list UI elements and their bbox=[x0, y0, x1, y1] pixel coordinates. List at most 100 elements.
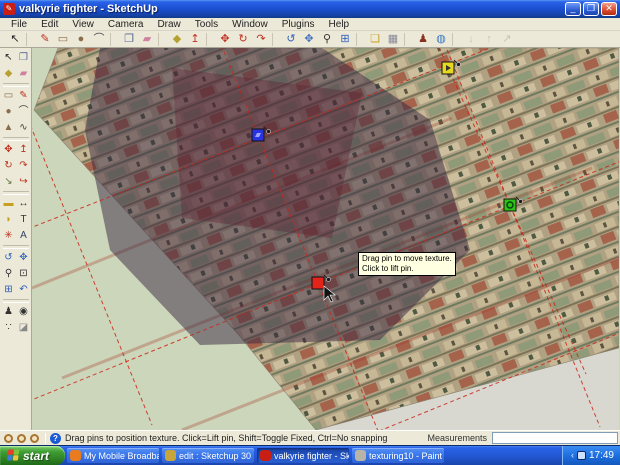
offset-tool-icon[interactable]: ↪ bbox=[16, 174, 31, 190]
menu-help[interactable]: Help bbox=[322, 19, 357, 30]
previous-view-tool-icon[interactable]: ↶ bbox=[16, 282, 31, 298]
section-plane-tool-icon[interactable]: ◪ bbox=[16, 320, 31, 336]
orbit-tool-icon[interactable]: ↺ bbox=[1, 250, 16, 266]
zoom-extents-tool-icon[interactable]: ⊞ bbox=[1, 282, 16, 298]
status-icon-3[interactable] bbox=[30, 434, 39, 443]
eraser-tool-icon[interactable]: ▰ bbox=[16, 66, 31, 82]
polygon-tool-icon[interactable]: ▲ bbox=[1, 120, 16, 136]
arc-tool-icon[interactable]: ⌒ bbox=[90, 32, 108, 47]
viewport-canvas[interactable] bbox=[32, 48, 619, 430]
select-tool-icon[interactable]: ↖ bbox=[6, 32, 24, 47]
taskbar-clock: 17:49 bbox=[589, 450, 614, 461]
tooltip-line2: Click to lift pin. bbox=[362, 264, 452, 274]
paint-bucket-tool-icon[interactable]: ◆ bbox=[168, 32, 186, 47]
dimension-tool-icon[interactable]: ↔ bbox=[16, 196, 31, 212]
menu-view[interactable]: View bbox=[65, 19, 101, 30]
help-icon[interactable]: ? bbox=[50, 433, 61, 444]
line-tool-icon[interactable]: ✎ bbox=[16, 88, 31, 104]
status-icon-1[interactable] bbox=[4, 434, 13, 443]
title-bar[interactable]: ✎ valkyrie fighter - SketchUp _ ❐ ✕ bbox=[0, 0, 620, 18]
arc-tool-icon[interactable]: ⌒ bbox=[16, 104, 31, 120]
status-divider bbox=[45, 433, 46, 444]
taskbar-task[interactable]: texturing10 - Paint bbox=[352, 448, 444, 463]
task-label: edit : Sketchup 30 m... bbox=[179, 451, 254, 461]
restore-button[interactable]: ❐ bbox=[583, 2, 599, 16]
preview-google-earth-button-icon[interactable]: ◍ bbox=[432, 32, 450, 47]
follow-me-tool-icon[interactable]: ↷ bbox=[16, 158, 31, 174]
toolbar-divider bbox=[158, 33, 165, 46]
status-bar: ? Drag pins to position texture. Click=L… bbox=[0, 430, 620, 445]
position-camera-tool-icon[interactable]: ♟ bbox=[1, 304, 16, 320]
axes-tool-icon[interactable]: ✳ bbox=[1, 228, 16, 244]
hide-icons-chevron[interactable]: ‹ bbox=[571, 451, 574, 460]
rectangle-tool-icon[interactable]: ▭ bbox=[1, 88, 16, 104]
menu-tools[interactable]: Tools bbox=[188, 19, 225, 30]
model-shadow-patch bbox=[172, 68, 362, 238]
move-tool-icon[interactable]: ✥ bbox=[1, 142, 16, 158]
taskbar-task[interactable]: My Mobile Broadband... bbox=[67, 448, 159, 463]
lift-pin-icon bbox=[267, 130, 271, 134]
toolbar-divider bbox=[206, 33, 213, 46]
menu-edit[interactable]: Edit bbox=[34, 19, 65, 30]
walk-tool-icon[interactable]: ∵ bbox=[1, 320, 16, 336]
taskbar-task[interactable]: edit : Sketchup 30 m... bbox=[162, 448, 254, 463]
pin-tooltip: Drag pin to move texture. Click to lift … bbox=[358, 252, 456, 276]
menu-draw[interactable]: Draw bbox=[150, 19, 187, 30]
orbit-tool-icon[interactable]: ↺ bbox=[282, 32, 300, 47]
zoom-tool-icon[interactable]: ⚲ bbox=[318, 32, 336, 47]
make-component-tool-icon[interactable]: ❐ bbox=[120, 32, 138, 47]
taskbar-task[interactable]: valkyrie fighter - Sket... bbox=[257, 448, 349, 463]
get-current-view-button-icon[interactable]: ❏ bbox=[366, 32, 384, 47]
zoom-tool-icon[interactable]: ⚲ bbox=[1, 266, 16, 282]
status-icon-2[interactable] bbox=[17, 434, 26, 443]
rotate-tool-icon[interactable]: ↻ bbox=[1, 158, 16, 174]
pan-tool-icon[interactable]: ✥ bbox=[300, 32, 318, 47]
toolbar-divider bbox=[404, 33, 411, 46]
3d-text-tool-icon[interactable]: A bbox=[16, 228, 31, 244]
zoom-extents-tool-icon[interactable]: ⊞ bbox=[336, 32, 354, 47]
menu-window[interactable]: Window bbox=[225, 19, 275, 30]
push-pull-tool-icon[interactable]: ↥ bbox=[186, 32, 204, 47]
close-button[interactable]: ✕ bbox=[601, 2, 617, 16]
measurements-input[interactable] bbox=[492, 432, 618, 444]
follow-me-tool-icon[interactable]: ↷ bbox=[252, 32, 270, 47]
start-label: start bbox=[23, 449, 49, 463]
share-component-button-icon: ↗ bbox=[498, 32, 516, 47]
toolbar-divider bbox=[356, 33, 363, 46]
network-icon[interactable] bbox=[577, 451, 586, 460]
minimize-button[interactable]: _ bbox=[565, 2, 581, 16]
eraser-tool-icon[interactable]: ▰ bbox=[138, 32, 156, 47]
tape-measure-tool-icon[interactable]: ▬ bbox=[1, 196, 16, 212]
menu-plugins[interactable]: Plugins bbox=[275, 19, 322, 30]
circle-tool-icon[interactable]: ● bbox=[1, 104, 16, 120]
rectangle-tool-icon[interactable]: ▭ bbox=[54, 32, 72, 47]
get-models-button-icon: ↓ bbox=[462, 32, 480, 47]
task-label: My Mobile Broadband... bbox=[84, 451, 159, 461]
paint-bucket-tool-icon[interactable]: ◆ bbox=[1, 66, 16, 82]
circle-tool-icon[interactable]: ● bbox=[72, 32, 90, 47]
toolbar-divider bbox=[3, 83, 29, 87]
system-tray: ‹ 17:49 bbox=[562, 446, 620, 465]
move-tool-icon[interactable]: ✥ bbox=[216, 32, 234, 47]
line-tool-icon[interactable]: ✎ bbox=[36, 32, 54, 47]
freehand-tool-icon[interactable]: ∿ bbox=[16, 120, 31, 136]
toggle-terrain-button-icon[interactable]: ▦ bbox=[384, 32, 402, 47]
menu-camera[interactable]: Camera bbox=[101, 19, 151, 30]
rotate-tool-icon[interactable]: ↻ bbox=[234, 32, 252, 47]
push-pull-tool-icon[interactable]: ↥ bbox=[16, 142, 31, 158]
protractor-tool-icon[interactable]: ◗ bbox=[1, 212, 16, 228]
model-viewport[interactable]: Drag pin to move texture. Click to lift … bbox=[32, 48, 620, 430]
toolbar-divider bbox=[272, 33, 279, 46]
text-tool-icon[interactable]: T bbox=[16, 212, 31, 228]
zoom-window-tool-icon[interactable]: ⊡ bbox=[16, 266, 31, 282]
measurements-label: Measurements bbox=[427, 433, 487, 443]
select-tool-icon[interactable]: ↖ bbox=[1, 50, 16, 66]
pan-tool-icon[interactable]: ✥ bbox=[16, 250, 31, 266]
toolbar-divider bbox=[3, 245, 29, 249]
place-model-button-icon[interactable]: ♟ bbox=[414, 32, 432, 47]
start-button[interactable]: start bbox=[0, 446, 65, 465]
look-around-tool-icon[interactable]: ◉ bbox=[16, 304, 31, 320]
make-component-tool-icon[interactable]: ❐ bbox=[16, 50, 31, 66]
menu-file[interactable]: File bbox=[4, 19, 34, 30]
scale-tool-icon[interactable]: ↘ bbox=[1, 174, 16, 190]
